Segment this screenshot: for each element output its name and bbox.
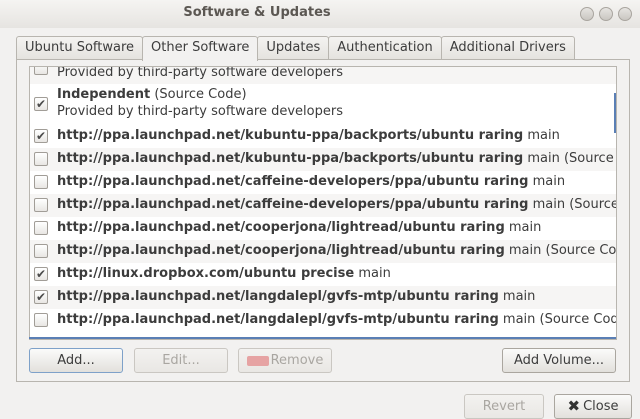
checkbox[interactable]: ✔ <box>34 267 48 281</box>
remove-label: Remove <box>270 353 324 368</box>
source-detail: main (Source Code) <box>527 151 616 166</box>
close-button[interactable]: ✖ Close <box>554 394 632 419</box>
checkbox[interactable] <box>34 152 48 166</box>
source-detail: main <box>504 220 542 235</box>
checkbox[interactable] <box>34 175 48 189</box>
vertical-scrollbar[interactable] <box>614 93 616 133</box>
window-title: Software & Updates <box>183 5 331 20</box>
source-name: http://linux.dropbox.com/ubuntu precise <box>57 266 355 281</box>
checkbox[interactable] <box>34 313 48 327</box>
maximize-button[interactable] <box>599 7 613 21</box>
source-name: Independent <box>57 87 151 102</box>
source-detail: main (Source Code) <box>502 312 616 327</box>
list-item[interactable]: ✔ http://linux.dropbox.com/ubuntu precis… <box>30 263 616 286</box>
tab-other-software[interactable]: Other Software <box>142 36 259 61</box>
tab-bar: Ubuntu Software Other Software Updates A… <box>16 36 575 61</box>
source-name: http://ppa.launchpad.net/langdalepl/gvfs… <box>57 312 499 327</box>
tab-ubuntu-software[interactable]: Ubuntu Software <box>16 36 144 59</box>
list-item[interactable]: ✔ http://ppa.launchpad.net/langdalepl/gv… <box>30 286 616 309</box>
list-item[interactable]: ✔ http://ppa.launchpad.net/kubuntu-ppa/b… <box>30 125 616 148</box>
remove-icon <box>246 355 269 366</box>
close-label: Close <box>583 399 619 414</box>
source-detail: main <box>523 128 560 143</box>
title-bar: Software & Updates <box>0 0 640 28</box>
close-icon: ✖ <box>567 397 581 415</box>
checkbox[interactable] <box>34 244 48 258</box>
source-name: http://ppa.launchpad.net/cooperjona/ligh… <box>57 243 505 258</box>
list-item[interactable]: http://ppa.launchpad.net/cooperjona/ligh… <box>30 217 616 240</box>
add-button[interactable]: Add... <box>29 348 123 373</box>
checkbox[interactable] <box>34 67 48 75</box>
source-detail: main (Source Code) <box>532 197 616 212</box>
source-detail: main <box>498 289 536 304</box>
revert-button[interactable]: Revert <box>464 394 544 419</box>
list-item[interactable]: http://ppa.launchpad.net/caffeine-develo… <box>30 171 616 194</box>
checkbox[interactable] <box>34 198 48 212</box>
checkbox[interactable]: ✔ <box>34 129 48 143</box>
source-description: Provided by third-party software develop… <box>57 104 343 119</box>
list-item[interactable]: http://ppa.launchpad.net/kubuntu-ppa/bac… <box>30 148 616 171</box>
sources-list[interactable]: Provided by third-party software develop… <box>29 66 617 340</box>
list-item[interactable]: Provided by third-party software develop… <box>30 66 616 84</box>
list-item[interactable]: http://ppa.launchpad.net/cooperjona/ligh… <box>30 240 616 263</box>
source-name: http://ppa.launchpad.net/kubuntu-ppa/bac… <box>57 128 524 143</box>
list-item[interactable]: ✔ Independent (Source Code) Provided by t… <box>30 84 616 125</box>
source-detail: main <box>354 266 391 281</box>
tab-additional-drivers[interactable]: Additional Drivers <box>440 36 575 59</box>
tab-updates[interactable]: Updates <box>257 36 330 59</box>
edit-button[interactable]: Edit... <box>134 348 228 373</box>
source-name: http://ppa.launchpad.net/caffeine-develo… <box>57 174 529 189</box>
remove-button[interactable]: Remove <box>238 348 332 373</box>
source-detail: main <box>528 174 566 189</box>
checkbox[interactable]: ✔ <box>34 97 48 111</box>
minimize-button[interactable] <box>580 7 594 21</box>
source-detail: main (Source Code) <box>508 243 616 258</box>
horizontal-scrollbar[interactable] <box>29 337 616 339</box>
source-detail: (Source Code) <box>150 87 247 102</box>
source-detail: Provided by third-party software develop… <box>57 66 343 80</box>
source-name: http://ppa.launchpad.net/langdalepl/gvfs… <box>57 289 499 304</box>
source-name: http://ppa.launchpad.net/kubuntu-ppa/bac… <box>57 151 524 166</box>
source-name: http://ppa.launchpad.net/cooperjona/ligh… <box>57 220 505 235</box>
list-item[interactable]: http://ppa.launchpad.net/langdalepl/gvfs… <box>30 309 616 332</box>
list-item[interactable]: http://ppa.launchpad.net/caffeine-develo… <box>30 194 616 217</box>
tab-authentication[interactable]: Authentication <box>328 36 442 59</box>
close-window-button[interactable] <box>618 7 632 21</box>
add-volume-button[interactable]: Add Volume... <box>502 348 616 373</box>
source-name: http://ppa.launchpad.net/caffeine-develo… <box>57 197 529 212</box>
checkbox[interactable] <box>34 221 48 235</box>
checkbox[interactable]: ✔ <box>34 290 48 304</box>
